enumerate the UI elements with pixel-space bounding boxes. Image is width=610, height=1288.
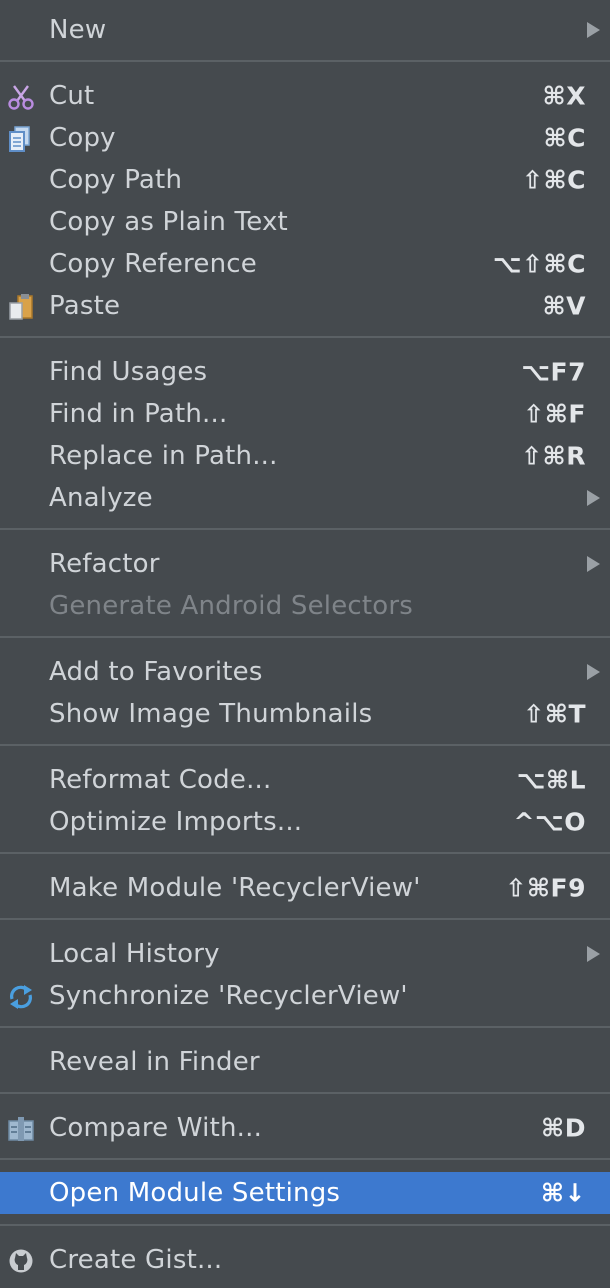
menu-item-label: Find Usages (49, 357, 208, 387)
menu-item-create-gist[interactable]: Create Gist... (0, 1239, 610, 1281)
menu-item-shortcut: ⇧⌘T (523, 699, 586, 729)
menu-item-label: Reformat Code... (49, 765, 272, 795)
menu-item-make-module[interactable]: Make Module 'RecyclerView' ⇧⌘F9 (0, 867, 610, 909)
github-icon (6, 1248, 36, 1274)
menu-item-shortcut: ⌥⇧⌘C (492, 249, 586, 279)
menu-item-label: Local History (49, 939, 220, 969)
menu-item-label: Show Image Thumbnails (49, 699, 373, 729)
menu-item-shortcut: ⌘X (542, 81, 586, 111)
menu-separator (0, 60, 610, 62)
menu-item-label: Copy Path (49, 165, 183, 195)
menu-item-copy-reference[interactable]: Copy Reference ⌥⇧⌘C (0, 243, 610, 285)
menu-item-label: Make Module 'RecyclerView' (49, 873, 421, 903)
menu-item-label: Reveal in Finder (49, 1047, 260, 1077)
menu-item-replace-in-path[interactable]: Replace in Path... ⇧⌘R (0, 435, 610, 477)
menu-item-label: Find in Path... (49, 399, 228, 429)
menu-item-label: Optimize Imports... (49, 807, 303, 837)
menu-separator (0, 336, 610, 338)
compare-icon (6, 1116, 36, 1142)
menu-item-generate-android-selectors: Generate Android Selectors (0, 585, 610, 627)
menu-item-label: Compare With... (49, 1113, 263, 1143)
menu-item-label: Cut (49, 81, 95, 111)
menu-item-copy-path[interactable]: Copy Path ⇧⌘C (0, 159, 610, 201)
menu-item-label: Add to Favorites (49, 657, 263, 687)
menu-item-label: Generate Android Selectors (49, 591, 414, 621)
menu-item-label: Replace in Path... (49, 441, 278, 471)
menu-item-shortcut: ⇧⌘F9 (505, 873, 586, 903)
menu-item-synchronize[interactable]: Synchronize 'RecyclerView' (0, 975, 610, 1017)
menu-item-add-to-favorites[interactable]: Add to Favorites (0, 651, 610, 693)
menu-item-copy[interactable]: Copy ⌘C (0, 117, 610, 159)
submenu-arrow-icon (587, 946, 600, 962)
menu-separator (0, 1026, 610, 1028)
submenu-arrow-icon (587, 664, 600, 680)
menu-separator (0, 744, 610, 746)
menu-item-shortcut: ⇧⌘F (523, 399, 586, 429)
menu-separator (0, 636, 610, 638)
menu-item-shortcut: ⌘C (543, 123, 586, 153)
menu-item-shortcut: ⌥F7 (521, 357, 586, 387)
menu-item-shortcut: ⌥⌘L (516, 765, 586, 795)
menu-item-show-image-thumbnails[interactable]: Show Image Thumbnails ⇧⌘T (0, 693, 610, 735)
submenu-arrow-icon (587, 556, 600, 572)
menu-separator (0, 852, 610, 854)
menu-item-refactor[interactable]: Refactor (0, 543, 610, 585)
menu-item-label: Copy Reference (49, 249, 257, 279)
menu-item-new[interactable]: New (0, 9, 610, 51)
menu-item-shortcut: ^⌥O (513, 807, 586, 837)
menu-item-shortcut: ⌘V (542, 291, 586, 321)
menu-item-label: Copy (49, 123, 116, 153)
menu-item-find-usages[interactable]: Find Usages ⌥F7 (0, 351, 610, 393)
menu-item-copy-as-plain-text[interactable]: Copy as Plain Text (0, 201, 610, 243)
menu-separator (0, 1092, 610, 1094)
menu-separator (0, 528, 610, 530)
menu-item-shortcut: ⇧⌘C (522, 165, 586, 195)
submenu-arrow-icon (587, 22, 600, 38)
copy-icon (6, 126, 36, 152)
context-menu: New Cut ⌘X Copy ⌘C Copy Path ⇧⌘C Copy as… (0, 0, 610, 1288)
menu-item-shortcut: ⌘D (541, 1113, 586, 1143)
menu-item-optimize-imports[interactable]: Optimize Imports... ^⌥O (0, 801, 610, 843)
menu-item-label: Refactor (49, 549, 160, 579)
menu-item-reformat-code[interactable]: Reformat Code... ⌥⌘L (0, 759, 610, 801)
synchronize-icon (6, 984, 36, 1010)
scissors-icon (6, 84, 36, 110)
menu-item-local-history[interactable]: Local History (0, 933, 610, 975)
submenu-arrow-icon (587, 490, 600, 506)
menu-item-reveal-in-finder[interactable]: Reveal in Finder (0, 1041, 610, 1083)
menu-item-label: Create Gist... (49, 1245, 223, 1275)
menu-item-cut[interactable]: Cut ⌘X (0, 75, 610, 117)
menu-item-label: New (49, 15, 107, 45)
menu-separator (0, 1224, 610, 1226)
paste-icon (6, 294, 36, 320)
menu-item-label: Copy as Plain Text (49, 207, 288, 237)
menu-separator (0, 918, 610, 920)
menu-item-open-module-settings[interactable]: Open Module Settings ⌘↓ (0, 1172, 610, 1214)
menu-item-label: Open Module Settings (49, 1178, 341, 1208)
menu-item-analyze[interactable]: Analyze (0, 477, 610, 519)
menu-item-shortcut: ⌘↓ (540, 1178, 586, 1208)
menu-item-paste[interactable]: Paste ⌘V (0, 285, 610, 327)
menu-item-label: Paste (49, 291, 121, 321)
menu-separator (0, 1158, 610, 1160)
menu-item-shortcut: ⇧⌘R (521, 441, 586, 471)
menu-item-label: Analyze (49, 483, 153, 513)
menu-item-find-in-path[interactable]: Find in Path... ⇧⌘F (0, 393, 610, 435)
menu-item-compare-with[interactable]: Compare With... ⌘D (0, 1107, 610, 1149)
menu-item-label: Synchronize 'RecyclerView' (49, 981, 408, 1011)
